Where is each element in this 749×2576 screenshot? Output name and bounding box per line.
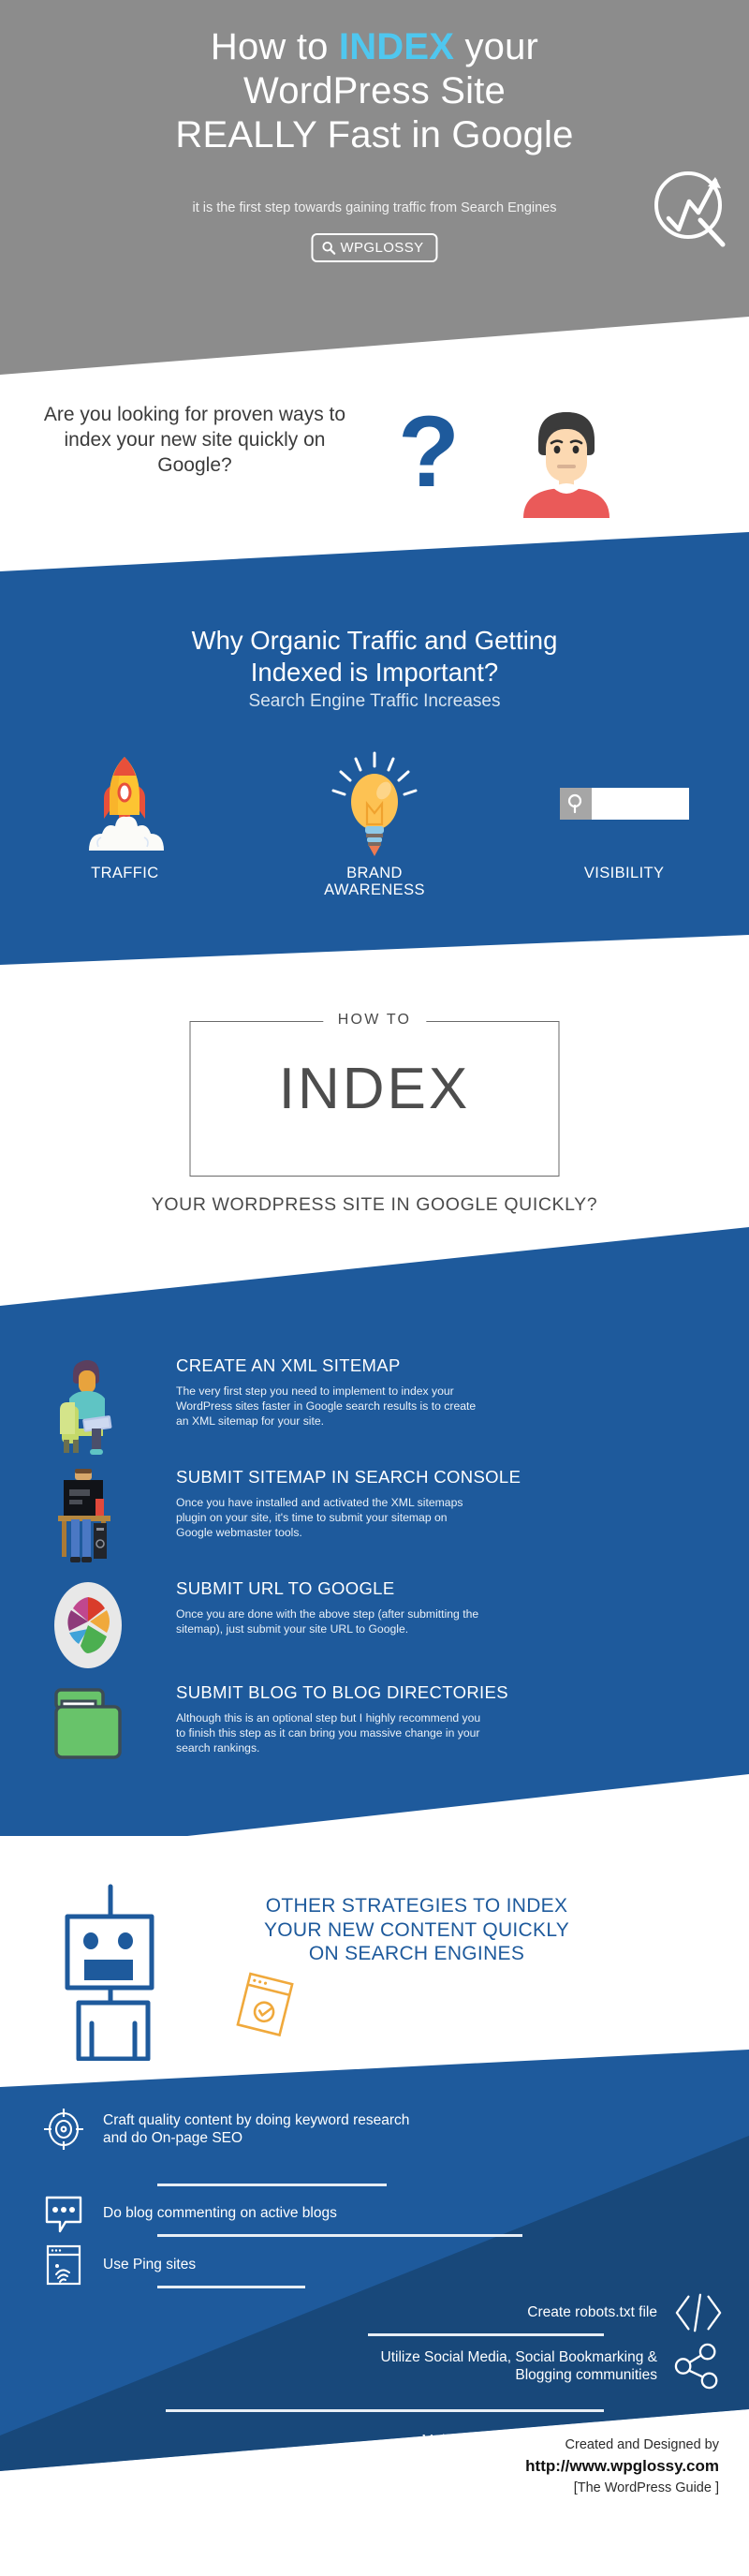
step-description: The very first step you need to implemen… [176, 1384, 477, 1428]
question-section: Are you looking for proven ways to index… [0, 375, 749, 558]
step-title: CREATE AN XML SITEMAP [176, 1355, 401, 1375]
step-item: SUBMIT URL TO GOOGLE Once you are done w… [0, 1578, 749, 1682]
strategy-divider [157, 2286, 305, 2288]
step-body: CREATE AN XML SITEMAP The very first ste… [125, 1355, 749, 1429]
strategy-text: Do blog commenting on active blogs [103, 2205, 337, 2222]
step-description: Once you have installed and activated th… [176, 1496, 463, 1539]
why-title-line-2: Indexed is Important? [250, 657, 499, 687]
strategy-divider [157, 2184, 387, 2186]
steps-list: CREATE AN XML SITEMAP The very first ste… [0, 1355, 749, 1773]
how-to-subtitle: YOUR WORDPRESS SITE IN GOOGLE QUICKLY? [151, 1194, 598, 1215]
question-mark-icon: ? [398, 394, 460, 508]
robot-icon [58, 1883, 198, 2061]
benefits-row: TRAFFIC BRAND AWARENESS VISIBILITY [0, 751, 749, 899]
why-subtitle: Search Engine Traffic Increases [248, 691, 501, 711]
step-item: CREATE AN XML SITEMAP The very first ste… [0, 1355, 749, 1467]
how-to-index-box: HOW TO INDEX [189, 1012, 560, 1177]
step-title: SUBMIT BLOG TO BLOG DIRECTORIES [176, 1682, 508, 1702]
benefit-label: TRAFFIC [91, 865, 159, 881]
benefit-brand-awareness: BRAND AWARENESS [273, 751, 475, 899]
page-title: How to INDEX your WordPress Site REALLY … [0, 25, 749, 158]
question-text: Are you looking for proven ways to index… [43, 404, 346, 476]
benefit-label: BRAND AWARENESS [324, 865, 425, 899]
strategy-divider [157, 2234, 522, 2237]
strategy-text: Use Ping sites [103, 2257, 197, 2273]
title-line-1: How to INDEX your [210, 26, 539, 67]
step-body: SUBMIT BLOG TO BLOG DIRECTORIES Although… [125, 1682, 749, 1756]
benefit-traffic: TRAFFIC [24, 752, 226, 881]
person-laptop-icon [51, 1355, 125, 1455]
footer-url[interactable]: http://www.wpglossy.com [326, 2455, 719, 2479]
title-line-3: REALLY Fast in Google [175, 114, 574, 156]
why-organic-traffic-section: Why Organic Traffic and Getting Indexed … [0, 532, 749, 965]
benefit-label: VISIBILITY [583, 865, 665, 881]
strategy-item-robots-txt: Create robots.txt file [527, 2291, 723, 2334]
why-title: Why Organic Traffic and Getting Indexed … [0, 625, 749, 688]
footer-tagline: [The WordPress Guide ] [573, 2480, 719, 2495]
footer: Created and Designed by http://www.wpglo… [326, 2435, 719, 2498]
rocket-icon [80, 752, 169, 855]
step-description: Although this is an optional step but I … [176, 1711, 481, 1754]
strategy-text: Create robots.txt file [527, 2304, 657, 2321]
how-to-kicker: HOW TO [322, 1012, 427, 1029]
strategy-text: Craft quality content by doing keyword r… [103, 2111, 410, 2146]
how-to-index-section: HOW TO INDEX YOUR WORDPRESS SITE IN GOOG… [0, 965, 749, 1274]
step-title: SUBMIT URL TO GOOGLE [176, 1578, 395, 1598]
green-folder-icon [51, 1682, 125, 1761]
brand-name: WPGLOSSY [340, 240, 424, 256]
how-to-index-word: INDEX [278, 1057, 471, 1121]
other-strategies-title: OTHER STRATEGIES TO INDEX YOUR NEW CONTE… [215, 1894, 618, 1966]
confused-person-illustration [510, 401, 623, 518]
step-item: SUBMIT BLOG TO BLOG DIRECTORIES Although… [0, 1682, 749, 1773]
strategy-item-ping-sites: Use Ping sites [39, 2243, 196, 2287]
search-icon [321, 241, 336, 255]
benefit-visibility: VISIBILITY [523, 752, 725, 881]
growth-chart-logo-icon [648, 164, 734, 250]
strategy-item-keyword-research: Craft quality content by doing keyword r… [39, 2108, 409, 2151]
person-desktop-icon [51, 1467, 125, 1566]
step-item: SUBMIT SITEMAP IN SEARCH CONSOLE Once yo… [0, 1467, 749, 1578]
brand-badge[interactable]: WPGLOSSY [311, 233, 438, 262]
title-line-2: WordPress Site [243, 70, 506, 112]
comment-icon [39, 2192, 88, 2235]
code-brackets-icon [674, 2291, 723, 2334]
why-title-line-1: Why Organic Traffic and Getting [191, 626, 558, 655]
step-body: SUBMIT SITEMAP IN SEARCH CONSOLE Once yo… [125, 1467, 749, 1541]
strategy-item-blog-commenting: Do blog commenting on active blogs [39, 2192, 337, 2235]
step-description: Once you are done with the above step (a… [176, 1607, 479, 1636]
target-icon [39, 2108, 88, 2151]
step-title: SUBMIT SITEMAP IN SEARCH CONSOLE [176, 1467, 521, 1487]
other-title-line-2: YOUR NEW CONTENT QUICKLY [263, 1918, 570, 1941]
strategy-divider [166, 2409, 604, 2412]
strategy-text: Utilize Social Media, Social Bookmarking… [380, 2348, 657, 2383]
title-highlight-index: INDEX [338, 26, 455, 67]
picasa-flower-icon [51, 1578, 125, 1670]
ping-window-icon [39, 2243, 88, 2287]
other-title-line-1: OTHER STRATEGIES TO INDEX [265, 1895, 568, 1917]
header-subtitle: it is the first step towards gaining tra… [192, 200, 557, 215]
search-bar-icon [559, 752, 689, 855]
other-title-line-3: ON SEARCH ENGINES [308, 1943, 525, 1965]
lightbulb-icon [326, 751, 423, 856]
strategy-item-social-media: Utilize Social Media, Social Bookmarking… [381, 2342, 723, 2391]
steps-section: CREATE AN XML SITEMAP The very first ste… [0, 1227, 749, 1857]
header-section: How to INDEX your WordPress Site REALLY … [0, 0, 749, 375]
share-nodes-icon [674, 2342, 723, 2391]
footer-credit-label: Created and Designed by [565, 2437, 719, 2452]
step-body: SUBMIT URL TO GOOGLE Once you are done w… [125, 1578, 749, 1637]
strategy-divider [368, 2333, 604, 2336]
browser-check-icon [232, 1971, 300, 2038]
